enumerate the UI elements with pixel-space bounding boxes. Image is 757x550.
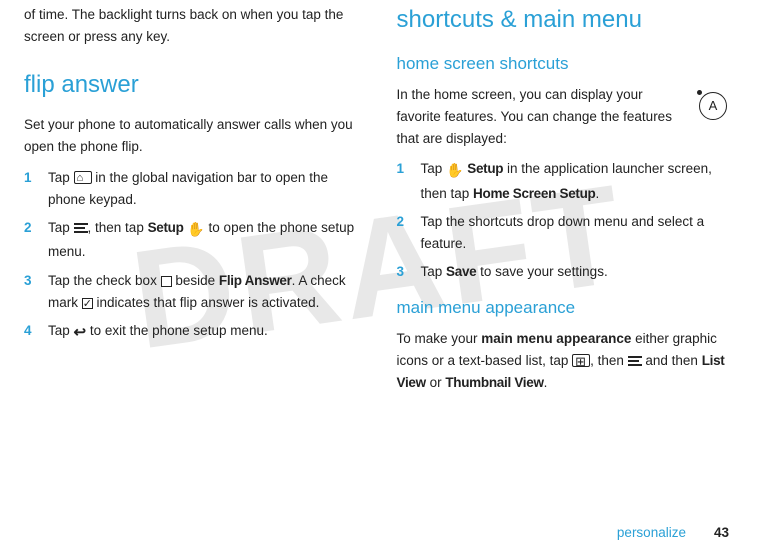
text: beside <box>172 273 219 288</box>
heading-flip-answer: flip answer <box>24 65 357 105</box>
menu-lines-icon <box>628 356 642 366</box>
text: Tap <box>421 264 447 279</box>
step-3: 3 Tap Save to save your settings. <box>397 261 730 283</box>
step-body: Tap ✋ Setup in the application launcher … <box>421 158 730 204</box>
hand-icon: ✋ <box>446 159 463 182</box>
home-key-icon <box>74 171 92 184</box>
text: Tap the check box <box>48 273 161 288</box>
step-number: 3 <box>24 270 34 315</box>
label-save: Save <box>446 264 476 279</box>
left-column: of time. The backlight turns back on whe… <box>24 0 357 500</box>
label-home-screen-setup: Home Screen Setup <box>473 186 595 201</box>
step-body: Tap ↩ to exit the phone setup menu. <box>48 320 357 346</box>
section-name: personalize <box>617 525 686 540</box>
page-footer: personalize 43 <box>617 525 729 540</box>
step-body: Tap the check box beside Flip Answer. A … <box>48 270 357 315</box>
text: To make your <box>397 331 482 346</box>
text: and then <box>642 353 702 368</box>
step-1: 1 Tap ✋ Setup in the application launche… <box>397 158 730 204</box>
text: Tap <box>48 220 74 235</box>
label-flip-answer: Flip Answer <box>219 273 292 288</box>
step-body: Tap , then tap Setup ✋ to open the phone… <box>48 217 357 263</box>
app-grid-icon <box>572 354 590 367</box>
page-content: of time. The backlight turns back on whe… <box>0 0 757 500</box>
text: to exit the phone setup menu. <box>86 323 268 338</box>
text: Tap <box>48 170 74 185</box>
text: . <box>544 375 548 390</box>
checkbox-checked-icon <box>82 298 93 309</box>
step-number: 1 <box>397 158 407 204</box>
page-number: 43 <box>714 525 729 540</box>
label-setup: Setup <box>467 161 503 176</box>
step-body: Tap the shortcuts drop down menu and sel… <box>421 211 730 256</box>
step-body: Tap in the global navigation bar to open… <box>48 167 357 212</box>
subheading-main-menu: main menu appearance <box>397 294 730 322</box>
hand-icon: ✋ <box>187 218 204 241</box>
text: Tap <box>421 161 447 176</box>
text: or <box>426 375 446 390</box>
step-number: 3 <box>397 261 407 283</box>
step-number: 2 <box>24 217 34 263</box>
checkbox-empty-icon <box>161 276 172 287</box>
return-icon: ↩ <box>74 321 87 346</box>
label-thumbnail-view: Thumbnail View <box>445 375 543 390</box>
right-column: shortcuts & main menu home screen shortc… <box>397 0 730 500</box>
menu-lines-icon <box>74 223 88 233</box>
text: . <box>596 186 600 201</box>
step-number: 4 <box>24 320 34 346</box>
text: , then <box>590 353 628 368</box>
home-shortcuts-desc: In the home screen, you can display your… <box>397 84 730 151</box>
subheading-home-shortcuts: home screen shortcuts <box>397 50 730 78</box>
step-2: 2 Tap , then tap Setup ✋ to open the pho… <box>24 217 357 263</box>
step-2: 2 Tap the shortcuts drop down menu and s… <box>397 211 730 256</box>
step-number: 2 <box>397 211 407 256</box>
step-number: 1 <box>24 167 34 212</box>
step-body: Tap Save to save your settings. <box>421 261 730 283</box>
text: indicates that flip answer is activated. <box>93 295 320 310</box>
step-3: 3 Tap the check box beside Flip Answer. … <box>24 270 357 315</box>
flip-answer-desc: Set your phone to automatically answer c… <box>24 114 357 159</box>
text: Tap <box>48 323 74 338</box>
heading-shortcuts: shortcuts & main menu <box>397 0 730 40</box>
intro-fragment: of time. The backlight turns back on whe… <box>24 4 357 49</box>
bold-text: main menu appearance <box>481 331 631 346</box>
text: to save your settings. <box>476 264 607 279</box>
main-menu-desc: To make your main menu appearance either… <box>397 328 730 395</box>
label-setup: Setup <box>148 220 184 235</box>
text: , then tap <box>88 220 148 235</box>
step-1: 1 Tap in the global navigation bar to op… <box>24 167 357 212</box>
step-4: 4 Tap ↩ to exit the phone setup menu. <box>24 320 357 346</box>
feature-badge-icon: A <box>699 92 727 120</box>
